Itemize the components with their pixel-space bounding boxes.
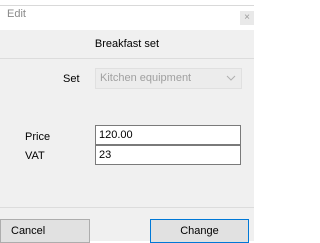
vat-input[interactable]: [95, 145, 241, 165]
dialog-title: Edit: [7, 8, 26, 20]
vat-label: VAT: [25, 150, 45, 162]
set-dropdown[interactable]: Kitchen equipment: [95, 68, 242, 89]
chevron-down-icon: [226, 75, 236, 81]
dialog-titlebar: Edit ×: [0, 6, 254, 30]
dialog-header-title: Breakfast set: [94, 38, 160, 50]
cancel-button[interactable]: Cancel: [0, 219, 90, 243]
price-input[interactable]: [95, 125, 241, 145]
set-label: Set: [63, 73, 80, 85]
close-icon: ×: [244, 12, 250, 23]
edit-dialog: Edit × Breakfast set Set Kitchen equipme…: [0, 5, 254, 243]
header-divider: [0, 58, 254, 59]
price-label: Price: [25, 131, 51, 143]
change-button[interactable]: Change: [150, 219, 249, 243]
footer-divider: [0, 207, 254, 208]
set-dropdown-value: Kitchen equipment: [100, 72, 192, 84]
close-button[interactable]: ×: [240, 11, 254, 25]
